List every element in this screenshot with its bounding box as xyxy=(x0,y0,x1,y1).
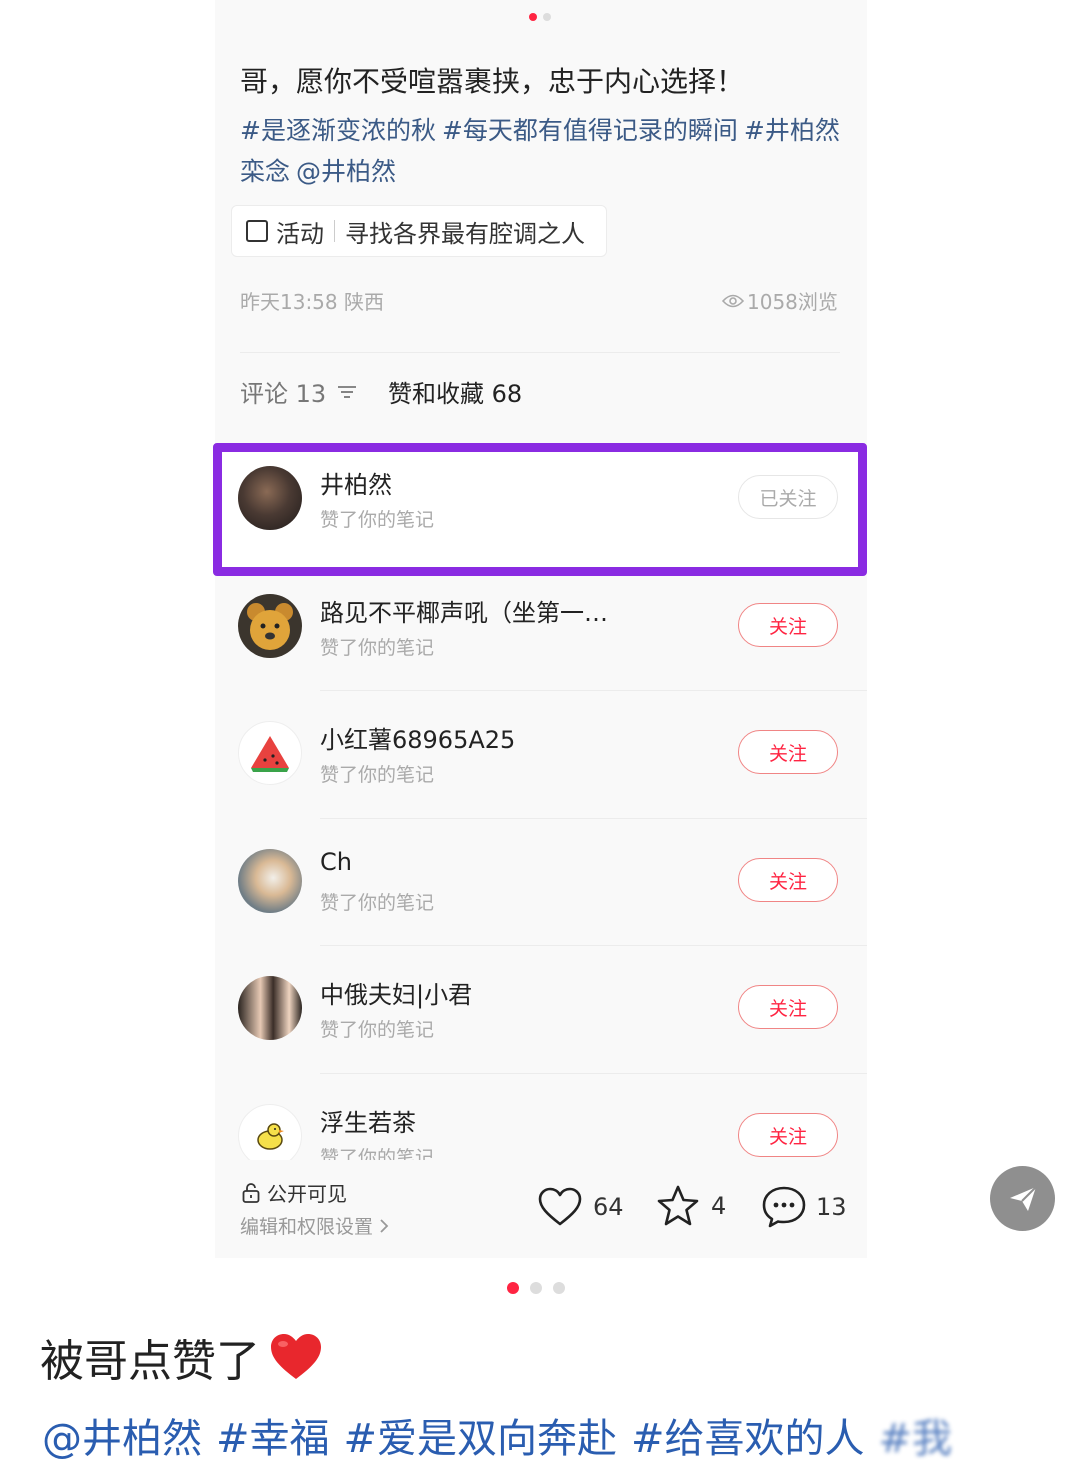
liker-name[interactable]: 小红薯68965A25 xyxy=(320,720,515,755)
star-icon xyxy=(657,1185,699,1226)
bear-icon[interactable] xyxy=(238,594,302,658)
tab-comments-label: 评论 13 xyxy=(240,380,327,408)
liker-name[interactable]: Ch xyxy=(320,848,352,876)
post-time-location: 昨天13:58 陕西 xyxy=(240,290,384,314)
page-dot-active xyxy=(529,13,537,21)
liker-row[interactable]: 中俄夫妇|小君 赞了你的笔记 关注 xyxy=(230,955,860,1065)
carousel-dot-active xyxy=(507,1282,519,1294)
post-tags: #是逐渐变浓的秋 #每天都有值得记录的瞬间 #井柏然栾念 @井柏然 xyxy=(240,110,840,192)
caption-tags: @井柏然 #幸福 #爱是双向奔赴 #给喜欢的人 #我 xyxy=(42,1406,966,1464)
collect-count: 4 xyxy=(711,1192,727,1220)
tab-comments[interactable]: 评论 13 xyxy=(240,374,358,409)
caption-text: 被哥点赞了 xyxy=(40,1336,260,1387)
chevron-right-icon xyxy=(380,1218,389,1233)
liker-row[interactable]: 路见不平椰声吼（坐第一… 赞了你的笔记 关注 xyxy=(230,573,860,683)
red-heart-icon xyxy=(271,1334,321,1379)
like-count: 64 xyxy=(593,1193,624,1221)
comment-icon xyxy=(762,1186,806,1228)
liker-subtitle: 赞了你的笔记 xyxy=(320,509,435,531)
liker-row[interactable]: 小红薯68965A25 赞了你的笔记 关注 xyxy=(230,700,860,810)
mention-link[interactable]: @井柏然 xyxy=(296,157,396,186)
follow-button[interactable]: 关注 xyxy=(738,1113,838,1157)
divider xyxy=(240,352,840,353)
tag-link[interactable]: #给喜欢的人 xyxy=(631,1416,865,1462)
view-count-text: 1058浏览 xyxy=(747,290,838,314)
activity-label: 活动 xyxy=(276,219,324,248)
carousel-dot xyxy=(530,1282,542,1294)
liker-name[interactable]: 井柏然 xyxy=(320,465,392,500)
page-dot xyxy=(543,13,551,21)
watermelon-icon[interactable] xyxy=(238,721,302,785)
divider xyxy=(320,1073,867,1074)
divider xyxy=(334,220,335,242)
visibility-status[interactable]: 公开可见 xyxy=(241,1178,347,1207)
carousel-dot xyxy=(553,1282,565,1294)
tag-link[interactable]: #每天都有值得记录的瞬间 xyxy=(442,116,738,145)
permission-settings-label: 编辑和权限设置 xyxy=(240,1216,374,1238)
tab-likes[interactable]: 赞和收藏 68 xyxy=(388,374,522,409)
couple-photo-icon[interactable] xyxy=(238,976,302,1040)
view-count: 1058浏览 xyxy=(722,286,838,315)
divider xyxy=(320,818,867,819)
tag-link[interactable]: #是逐渐变浓的秋 xyxy=(240,116,436,145)
liker-subtitle: 赞了你的笔记 xyxy=(320,1019,435,1041)
liker-subtitle: 赞了你的笔记 xyxy=(320,637,435,659)
followed-button[interactable]: 已关注 xyxy=(738,475,838,519)
visibility-label: 公开可见 xyxy=(267,1182,347,1206)
activity-text: 寻找各界最有腔调之人 xyxy=(345,219,585,248)
person-photo-icon[interactable] xyxy=(238,466,302,530)
lock-icon xyxy=(242,1182,260,1203)
follow-button[interactable]: 关注 xyxy=(738,730,838,774)
follow-button[interactable]: 关注 xyxy=(738,858,838,902)
liker-subtitle: 赞了你的笔记 xyxy=(320,1147,435,1160)
liker-name[interactable]: 路见不平椰声吼（坐第一… xyxy=(320,593,608,628)
activity-chip[interactable]: 活动 寻找各界最有腔调之人 xyxy=(231,205,607,257)
collect-button[interactable]: 4 xyxy=(655,1184,726,1228)
sort-icon[interactable] xyxy=(336,384,358,400)
liker-row[interactable]: 浮生若茶 赞了你的笔记 关注 xyxy=(230,1083,860,1160)
permission-settings-link[interactable]: 编辑和权限设置 xyxy=(240,1212,391,1239)
liker-subtitle: 赞了你的笔记 xyxy=(320,892,435,914)
liker-row[interactable]: Ch 赞了你的笔记 关注 xyxy=(230,828,860,938)
mention-link[interactable]: @井柏然 xyxy=(42,1416,202,1462)
like-button[interactable]: 64 xyxy=(537,1186,624,1228)
follow-button[interactable]: 关注 xyxy=(738,603,838,647)
divider xyxy=(320,945,867,946)
follow-button[interactable]: 关注 xyxy=(738,985,838,1029)
tag-link[interactable]: #我 xyxy=(879,1406,953,1464)
post-title: 哥，愿你不受喧嚣裹挟，忠于内心选择！ xyxy=(240,65,745,98)
share-button[interactable] xyxy=(990,1166,1055,1231)
liker-subtitle: 赞了你的笔记 xyxy=(320,764,435,786)
send-icon xyxy=(1009,1185,1037,1211)
tag-link[interactable]: #爱是双向奔赴 xyxy=(344,1416,618,1462)
duck-icon[interactable] xyxy=(238,1104,302,1160)
activity-icon xyxy=(246,220,268,242)
liker-name[interactable]: 中俄夫妇|小君 xyxy=(320,975,472,1010)
bottom-action-bar: 公开可见 编辑和权限设置 64 4 13 xyxy=(215,1160,867,1258)
liker-name[interactable]: 浮生若茶 xyxy=(320,1103,416,1138)
tag-link[interactable]: #幸福 xyxy=(216,1416,330,1462)
heart-icon xyxy=(538,1187,582,1226)
comment-button[interactable]: 13 xyxy=(760,1184,847,1230)
divider xyxy=(320,690,867,691)
cat-photo-icon[interactable] xyxy=(238,849,302,913)
comment-count: 13 xyxy=(816,1193,847,1221)
eye-icon xyxy=(722,294,744,307)
post-caption: 被哥点赞了 xyxy=(40,1325,324,1389)
liker-row[interactable]: 井柏然 赞了你的笔记 已关注 xyxy=(230,445,860,555)
